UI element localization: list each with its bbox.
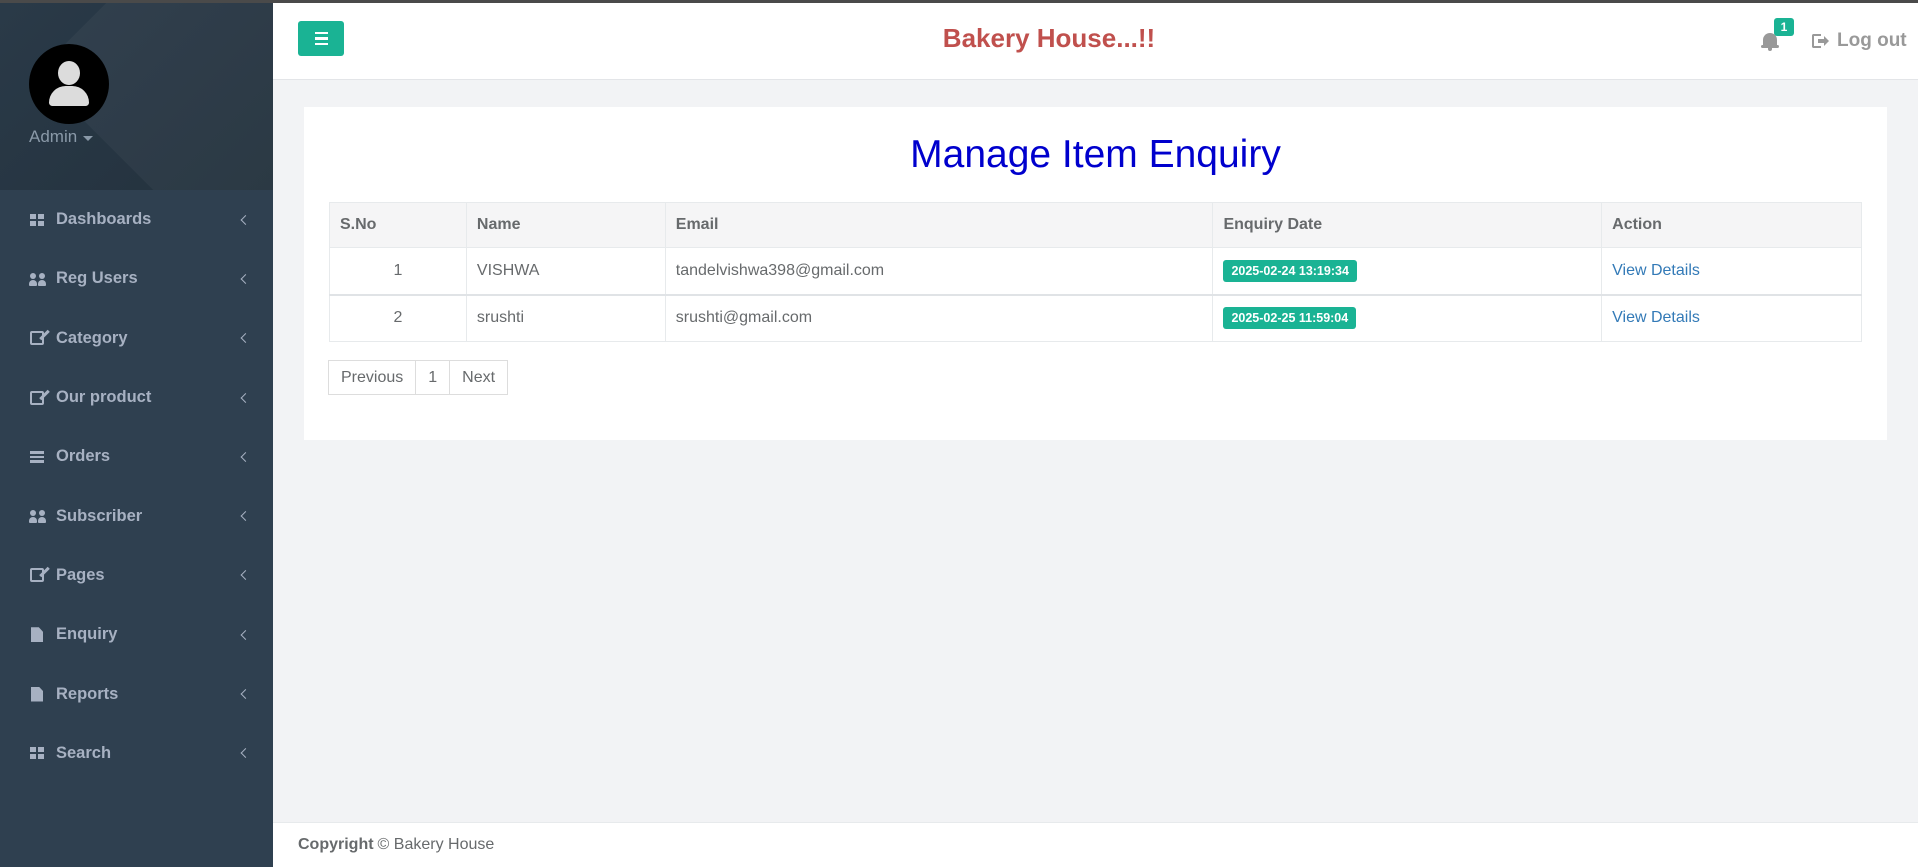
cell-email: srushti@gmail.com [664, 293, 1214, 342]
notification-badge[interactable]: 1 [1774, 18, 1794, 36]
sidebar-item-label: Search [56, 743, 112, 762]
grid-icon [29, 746, 45, 760]
profile-section: Admin [0, 3, 273, 190]
chevron-left-icon [240, 273, 251, 284]
chevron-left-icon [240, 214, 251, 225]
cell-enquiry-date: 2025-02-25 11:59:04 [1212, 293, 1603, 342]
chevron-left-icon [240, 333, 251, 344]
pagination-next[interactable]: Next [449, 360, 509, 395]
edit-icon [29, 390, 45, 405]
sidebar: Admin Dashboards Reg Users Category Our … [0, 3, 273, 867]
cell-action: View Details [1601, 293, 1862, 342]
footer-copyright-text: © Bakery House [377, 836, 495, 853]
chevron-left-icon [240, 629, 251, 640]
sidebar-item-our-product[interactable]: Our product [0, 368, 273, 427]
chevron-left-icon [240, 570, 251, 581]
enquiry-table: S.No Name Email Enquiry Date Action 1 VI… [329, 202, 1862, 342]
sidebar-item-pages[interactable]: Pages [0, 546, 273, 605]
brand-title: Bakery House...!! [942, 23, 1156, 53]
table-row: 1 VISHWA tandelvishwa398@gmail.com 2025-… [329, 247, 1862, 295]
sidebar-item-label: Pages [56, 565, 105, 584]
sidebar-nav: Dashboards Reg Users Category Our produc… [0, 190, 273, 783]
sidebar-item-label: Reg Users [56, 269, 138, 288]
view-details-link[interactable]: View Details [1612, 309, 1700, 326]
chevron-left-icon [240, 689, 251, 699]
user-name: Admin [29, 127, 78, 146]
cell-email: tandelvishwa398@gmail.com [664, 247, 1214, 295]
edit-icon [29, 331, 45, 346]
cell-enquiry-date: 2025-02-24 13:19:34 [1212, 247, 1603, 295]
column-header-action[interactable]: Action [1601, 202, 1862, 248]
users-icon [29, 272, 46, 286]
cell-name: srushti [465, 293, 666, 342]
pagination-previous[interactable]: Previous [328, 360, 417, 395]
top-header: Bakery House...!! 1 Log out [273, 3, 1918, 80]
column-header-enquiry-date[interactable]: Enquiry Date [1212, 202, 1603, 248]
sidebar-item-label: Enquiry [56, 625, 118, 644]
view-details-link[interactable]: View Details [1612, 262, 1700, 279]
content-panel: Manage Item Enquiry S.No Name Email Enqu… [304, 107, 1887, 440]
caret-down-icon [83, 136, 94, 141]
sidebar-item-subscriber[interactable]: Subscriber [0, 486, 273, 545]
chevron-left-icon [240, 748, 251, 759]
sidebar-item-category[interactable]: Category [0, 309, 273, 368]
grid-icon [29, 213, 45, 227]
table-row: 2 srushti srushti@gmail.com 2025-02-25 1… [329, 293, 1862, 342]
chevron-left-icon [240, 511, 251, 522]
table-header-row: S.No Name Email Enquiry Date Action [329, 202, 1862, 248]
footer-copyright-label: Copyright [298, 836, 374, 853]
edit-icon [29, 568, 45, 583]
file-icon [29, 686, 45, 702]
cell-sno: 2 [329, 293, 467, 342]
pagination-page[interactable]: 1 [415, 360, 451, 395]
sidebar-item-orders[interactable]: Orders [0, 427, 273, 486]
sign-out-icon [1812, 34, 1829, 48]
footer: Copyright © Bakery House [273, 822, 1918, 867]
sidebar-item-label: Category [56, 328, 128, 347]
cell-action: View Details [1601, 247, 1862, 295]
sidebar-item-search[interactable]: Search [0, 724, 273, 783]
sidebar-item-label: Orders [56, 447, 111, 466]
sidebar-item-label: Dashboards [56, 210, 152, 229]
sidebar-item-label: Subscriber [56, 506, 143, 525]
sidebar-item-label: Our product [56, 388, 152, 407]
cell-name: VISHWA [465, 247, 666, 295]
page-title: Manage Item Enquiry [910, 133, 1281, 176]
chevron-left-icon [240, 451, 251, 462]
date-badge: 2025-02-25 11:59:04 [1223, 307, 1357, 330]
sidebar-item-label: Reports [56, 684, 119, 703]
avatar[interactable] [29, 44, 109, 124]
user-menu-toggle[interactable]: Admin [29, 127, 94, 147]
file-icon [29, 627, 45, 643]
list-icon [29, 450, 45, 464]
sidebar-item-reg-users[interactable]: Reg Users [0, 249, 273, 308]
sidebar-item-dashboards[interactable]: Dashboards [0, 190, 273, 249]
sidebar-item-enquiry[interactable]: Enquiry [0, 605, 273, 664]
logout-button[interactable]: Log out [1812, 30, 1907, 52]
date-badge: 2025-02-24 13:19:34 [1223, 259, 1357, 282]
avatar-body [49, 86, 89, 106]
sidebar-item-reports[interactable]: Reports [0, 664, 273, 723]
column-header-sno[interactable]: S.No [329, 202, 467, 248]
column-header-name[interactable]: Name [465, 202, 666, 248]
users-icon [29, 509, 46, 524]
chevron-left-icon [240, 392, 251, 403]
logout-label: Log out [1837, 30, 1907, 51]
pagination: Previous 1 Next [328, 360, 509, 395]
column-header-email[interactable]: Email [664, 202, 1214, 248]
cell-sno: 1 [329, 247, 467, 295]
avatar-head [58, 61, 80, 85]
